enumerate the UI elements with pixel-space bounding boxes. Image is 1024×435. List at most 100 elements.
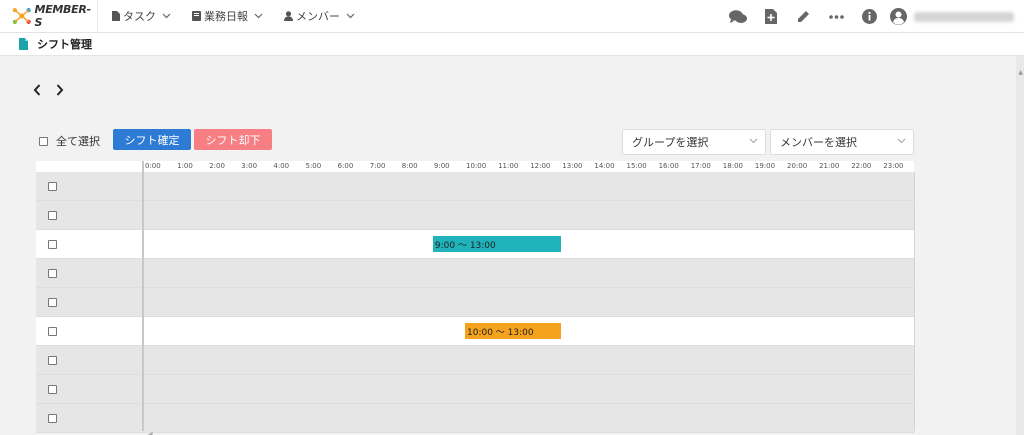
user-name[interactable]	[914, 11, 1014, 22]
add-document-button[interactable]	[754, 9, 787, 24]
nav-member[interactable]: メンバー	[284, 8, 358, 24]
top-navigation-bar: MEMBER-S タスク 業務日報 メンバー	[0, 0, 1024, 33]
row-checkbox[interactable]	[48, 181, 57, 191]
main-nav: タスク 業務日報 メンバー	[112, 8, 376, 24]
shift-schedule-grid: 0:00 1:00 2:00 3:00 4:00 5:00 6:00 7:00 8:00 9:00…	[36, 161, 916, 433]
member-cell	[36, 346, 142, 374]
previous-period-button[interactable]	[33, 84, 41, 100]
nav-daily-report[interactable]: 業務日報	[192, 8, 266, 24]
chevron-down-icon	[749, 138, 758, 144]
hour-label: 4:00	[273, 162, 290, 170]
hour-header: 0:00 1:00 2:00 3:00 4:00 5:00 6:00 7:00 8:00 9:00…	[36, 161, 914, 172]
hour-label: 14:00	[594, 162, 615, 170]
pencil-icon	[798, 11, 809, 22]
scroll-up-icon[interactable]: ▲	[1018, 69, 1023, 76]
more-button[interactable]	[820, 14, 853, 19]
select-all-label: 全て選択	[56, 135, 100, 148]
shift-row	[36, 404, 914, 433]
member-cell	[36, 172, 142, 200]
nav-member-label: メンバー	[296, 10, 340, 23]
app-logo[interactable]: MEMBER-S	[0, 0, 98, 32]
person-icon	[284, 11, 293, 21]
hour-label: 10:00	[466, 162, 487, 170]
hour-label: 5:00	[305, 162, 322, 170]
hour-label: 2:00	[209, 162, 225, 170]
hour-label: 1:00	[177, 162, 193, 170]
hour-label: 9:00	[433, 162, 450, 170]
hour-label: 11:00	[498, 162, 519, 170]
edit-button[interactable]	[787, 10, 820, 23]
member-cell	[36, 404, 142, 432]
shift-bar[interactable]: 10:00 ～ 13:00	[465, 323, 562, 339]
reject-shift-button[interactable]: シフト却下	[194, 129, 272, 150]
notebook-icon	[192, 11, 201, 21]
hour-label: 13:00	[562, 162, 583, 170]
next-period-button[interactable]	[56, 84, 64, 100]
shift-row	[36, 172, 914, 201]
member-cell	[36, 317, 142, 345]
page-title: シフト管理	[37, 38, 92, 51]
vertical-scrollbar[interactable]	[1016, 56, 1024, 435]
info-icon	[862, 9, 877, 24]
chevron-right-icon	[56, 84, 64, 96]
select-all-checkbox[interactable]	[39, 136, 48, 146]
shift-row	[36, 346, 914, 375]
row-checkbox[interactable]	[48, 297, 57, 307]
row-checkbox[interactable]	[48, 355, 57, 365]
user-menu-button[interactable]	[886, 8, 910, 25]
row-checkbox[interactable]	[48, 413, 57, 423]
member-cell	[36, 230, 142, 258]
shift-row	[36, 375, 914, 404]
row-checkbox[interactable]	[48, 384, 57, 394]
member-cell	[36, 288, 142, 316]
logo-mark-icon	[12, 7, 31, 25]
page-header: シフト管理	[0, 33, 1024, 56]
hour-label: 22:00	[851, 162, 872, 170]
shift-bar[interactable]: 9:00 ～ 13:00	[432, 236, 562, 252]
shift-row	[36, 288, 914, 317]
chat-icon	[728, 9, 747, 23]
nav-task-label: タスク	[123, 10, 156, 23]
topbar-actions	[721, 0, 1024, 33]
shift-row	[36, 259, 914, 288]
add-document-icon	[764, 9, 777, 24]
shift-row	[36, 201, 914, 230]
hour-label: 21:00	[819, 162, 840, 170]
logo-text: MEMBER-S	[34, 3, 92, 29]
select-all[interactable]: 全て選択	[39, 133, 100, 149]
row-checkbox[interactable]	[48, 210, 57, 220]
chevron-down-icon	[897, 138, 906, 144]
group-select[interactable]: グループを選択	[622, 129, 766, 155]
hour-label: 7:00	[369, 162, 386, 170]
hour-label: 6:00	[337, 162, 354, 170]
name-column-divider	[142, 161, 144, 431]
chevron-down-icon	[254, 13, 263, 19]
member-cell	[36, 259, 142, 287]
hour-gridline	[914, 172, 916, 431]
hour-label: 3:00	[241, 162, 258, 170]
confirm-shift-button[interactable]: シフト確定	[113, 129, 191, 150]
row-checkbox[interactable]	[48, 268, 57, 278]
hour-label: 0:00	[145, 162, 161, 170]
hour-label: 12:00	[530, 162, 551, 170]
document-icon	[19, 38, 28, 50]
nav-daily-report-label: 業務日報	[204, 10, 248, 23]
nav-task[interactable]: タスク	[112, 8, 174, 24]
hour-label: 8:00	[401, 162, 418, 170]
hour-label: 16:00	[658, 162, 679, 170]
hour-label: 19:00	[754, 162, 776, 170]
member-select-value: メンバーを選択	[780, 136, 857, 149]
user-avatar-icon	[889, 8, 907, 25]
chat-button[interactable]	[721, 9, 754, 24]
scroll-left-icon[interactable]: ◀	[148, 431, 153, 435]
hour-label: 18:00	[722, 162, 743, 170]
row-checkbox[interactable]	[48, 326, 57, 336]
chevron-down-icon	[162, 13, 171, 19]
member-select[interactable]: メンバーを選択	[770, 129, 914, 155]
info-button[interactable]	[853, 9, 886, 24]
group-select-value: グループを選択	[632, 136, 709, 149]
chevron-left-icon	[33, 84, 41, 96]
chevron-down-icon	[346, 13, 355, 19]
row-checkbox[interactable]	[48, 239, 57, 249]
document-icon	[112, 11, 120, 21]
